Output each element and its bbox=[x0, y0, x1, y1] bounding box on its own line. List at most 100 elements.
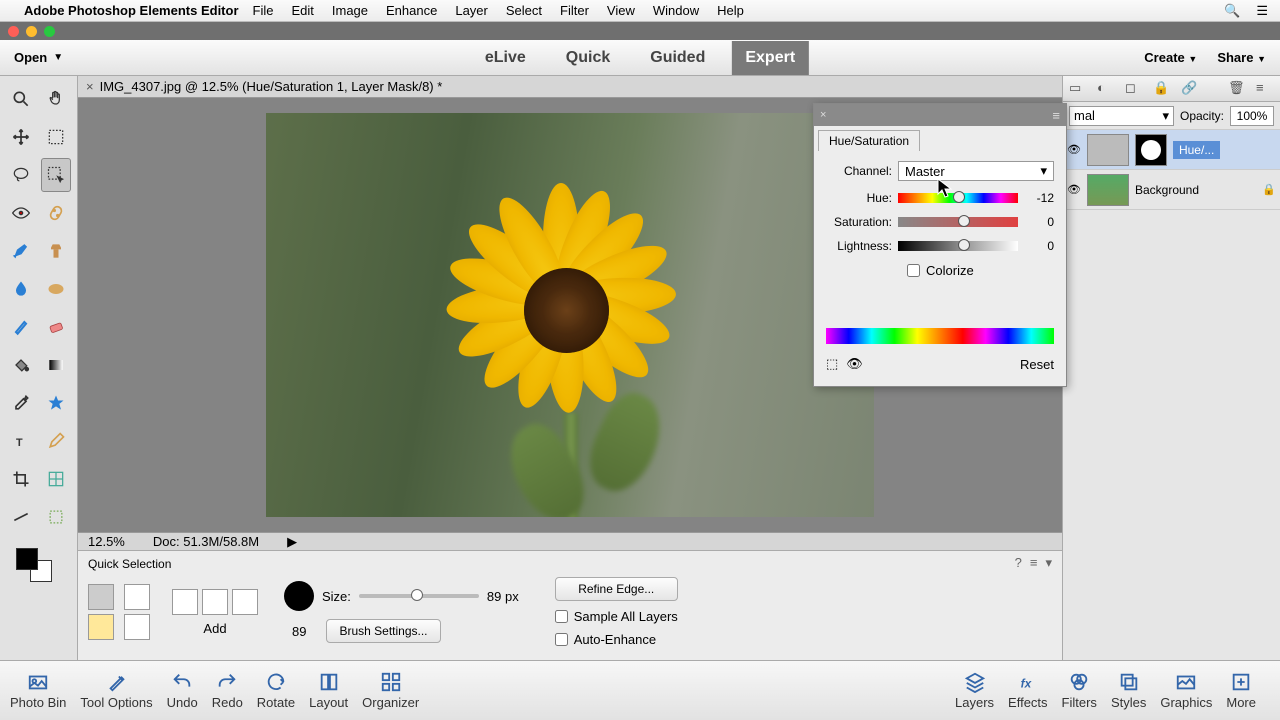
close-window-icon[interactable] bbox=[8, 26, 19, 37]
hue-slider[interactable] bbox=[898, 193, 1018, 203]
panel-close-icon[interactable]: × bbox=[820, 109, 826, 121]
menu-view[interactable]: View bbox=[607, 3, 635, 18]
visibility-icon[interactable]: 👁 bbox=[1067, 183, 1081, 196]
menu-edit[interactable]: Edit bbox=[291, 3, 313, 18]
brush-preview-icon[interactable] bbox=[284, 581, 314, 611]
lock-icon[interactable]: 🔒 bbox=[1153, 80, 1171, 98]
lightness-slider[interactable] bbox=[898, 241, 1018, 251]
straighten-tool-icon[interactable] bbox=[6, 500, 37, 534]
select-new-icon[interactable] bbox=[88, 584, 114, 610]
layer-hue-sat[interactable]: 👁 Hue/... bbox=[1063, 130, 1280, 170]
reset-button[interactable]: Reset bbox=[1020, 357, 1054, 372]
brush-settings-button[interactable]: Brush Settings... bbox=[326, 619, 440, 643]
preview-icon[interactable]: 👁 bbox=[846, 356, 863, 372]
smartbrush-tool-icon[interactable] bbox=[6, 234, 37, 268]
panel-menu-icon[interactable]: ≡ bbox=[1256, 80, 1274, 98]
sample-all-checkbox[interactable]: Sample All Layers bbox=[555, 609, 678, 624]
zoom-tool-icon[interactable] bbox=[6, 82, 37, 116]
filters-button[interactable]: Filters bbox=[1062, 671, 1097, 710]
saturation-value[interactable]: 0 bbox=[1024, 215, 1054, 229]
mode-expert[interactable]: Expert bbox=[731, 41, 809, 75]
text-tool-icon[interactable]: T bbox=[6, 424, 37, 458]
colorize-checkbox[interactable]: Colorize bbox=[907, 263, 973, 278]
mode-quick[interactable]: Quick bbox=[566, 49, 610, 67]
bucket-tool-icon[interactable] bbox=[6, 348, 37, 382]
menu-select[interactable]: Select bbox=[506, 3, 542, 18]
select-brush-icon[interactable] bbox=[124, 584, 150, 610]
crop-tool-icon[interactable] bbox=[6, 462, 37, 496]
color-swatch[interactable] bbox=[6, 546, 71, 586]
lasso-tool-icon[interactable] bbox=[6, 158, 37, 192]
menu-image[interactable]: Image bbox=[332, 3, 368, 18]
select-refine-icon[interactable] bbox=[124, 614, 150, 640]
visibility-icon[interactable]: 👁 bbox=[1067, 143, 1081, 156]
mode-guided[interactable]: Guided bbox=[650, 49, 705, 67]
eraser-tool-icon[interactable] bbox=[41, 310, 72, 344]
styles-button[interactable]: Styles bbox=[1111, 671, 1146, 710]
recompose-tool-icon[interactable] bbox=[41, 462, 72, 496]
mode-add-icon[interactable] bbox=[202, 589, 228, 615]
refine-edge-button[interactable]: Refine Edge... bbox=[555, 577, 678, 601]
options-menu-icon[interactable]: ≡ bbox=[1030, 555, 1038, 571]
menu-help[interactable]: Help bbox=[717, 3, 744, 18]
mode-elive[interactable]: eLive bbox=[485, 49, 526, 67]
effects-button[interactable]: fxEffects bbox=[1008, 671, 1048, 710]
menu-enhance[interactable]: Enhance bbox=[386, 3, 437, 18]
mode-subtract-icon[interactable] bbox=[232, 589, 258, 615]
channel-select[interactable]: Master▾ bbox=[898, 161, 1054, 181]
blend-mode-select[interactable]: mal▾ bbox=[1069, 106, 1174, 126]
size-num[interactable]: 89 bbox=[292, 624, 306, 639]
layout-button[interactable]: Layout bbox=[309, 671, 348, 710]
redo-button[interactable]: Redo bbox=[212, 671, 243, 710]
clone-tool-icon[interactable] bbox=[41, 234, 72, 268]
link-icon[interactable]: 🔗 bbox=[1181, 80, 1199, 98]
sponge-tool-icon[interactable] bbox=[41, 272, 72, 306]
new-layer-icon[interactable]: ▭ bbox=[1069, 80, 1087, 98]
collapse-icon[interactable]: ▾ bbox=[1045, 555, 1052, 571]
marquee-tool-icon[interactable] bbox=[41, 120, 72, 154]
undo-button[interactable]: Undo bbox=[167, 671, 198, 710]
hue-value[interactable]: -12 bbox=[1024, 191, 1054, 205]
layer-background[interactable]: 👁 Background 🔒 bbox=[1063, 170, 1280, 210]
organizer-button[interactable]: Organizer bbox=[362, 671, 419, 710]
content-move-tool-icon[interactable] bbox=[41, 500, 72, 534]
hand-tool-icon[interactable] bbox=[41, 82, 72, 116]
layer-mask-icon[interactable] bbox=[1135, 134, 1167, 166]
brush-tool-icon[interactable] bbox=[6, 310, 37, 344]
more-button[interactable]: More bbox=[1226, 671, 1256, 710]
menu-filter[interactable]: Filter bbox=[560, 3, 589, 18]
photo-bin-button[interactable]: Photo Bin bbox=[10, 671, 66, 710]
help-icon[interactable]: ? bbox=[1015, 555, 1022, 571]
mode-new-icon[interactable] bbox=[172, 589, 198, 615]
document-tab[interactable]: × IMG_4307.jpg @ 12.5% (Hue/Saturation 1… bbox=[78, 76, 1062, 98]
redeye-tool-icon[interactable] bbox=[6, 196, 37, 230]
move-tool-icon[interactable] bbox=[6, 120, 37, 154]
lightness-value[interactable]: 0 bbox=[1024, 239, 1054, 253]
menu-layer[interactable]: Layer bbox=[455, 3, 488, 18]
eyedropper-tool-icon[interactable] bbox=[6, 386, 37, 420]
select-magic-icon[interactable] bbox=[88, 614, 114, 640]
minimize-window-icon[interactable] bbox=[26, 26, 37, 37]
zoom-level[interactable]: 12.5% bbox=[88, 534, 125, 549]
status-arrow-icon[interactable]: ▶ bbox=[287, 534, 297, 550]
panel-menu-icon[interactable]: ≡ bbox=[1052, 108, 1060, 123]
create-button[interactable]: Create ▼ bbox=[1144, 50, 1197, 65]
pencil-tool-icon[interactable] bbox=[41, 424, 72, 458]
healing-tool-icon[interactable] bbox=[41, 196, 72, 230]
tool-options-button[interactable]: Tool Options bbox=[80, 671, 152, 710]
zoom-window-icon[interactable] bbox=[44, 26, 55, 37]
open-button[interactable]: Open▼ bbox=[14, 50, 63, 65]
opacity-input[interactable]: 100% bbox=[1230, 106, 1274, 126]
blur-tool-icon[interactable] bbox=[6, 272, 37, 306]
menu-file[interactable]: File bbox=[253, 3, 274, 18]
gradient-tool-icon[interactable] bbox=[41, 348, 72, 382]
shape-tool-icon[interactable] bbox=[41, 386, 72, 420]
layers-button[interactable]: Layers bbox=[955, 671, 994, 710]
close-tab-icon[interactable]: × bbox=[86, 79, 94, 94]
auto-enhance-checkbox[interactable]: Auto-Enhance bbox=[555, 632, 678, 647]
menu-window[interactable]: Window bbox=[653, 3, 699, 18]
adjustment-icon[interactable]: ◐ bbox=[1097, 80, 1115, 98]
quick-select-tool-icon[interactable] bbox=[41, 158, 72, 192]
saturation-slider[interactable] bbox=[898, 217, 1018, 227]
spotlight-icon[interactable]: 🔍 bbox=[1224, 3, 1240, 19]
